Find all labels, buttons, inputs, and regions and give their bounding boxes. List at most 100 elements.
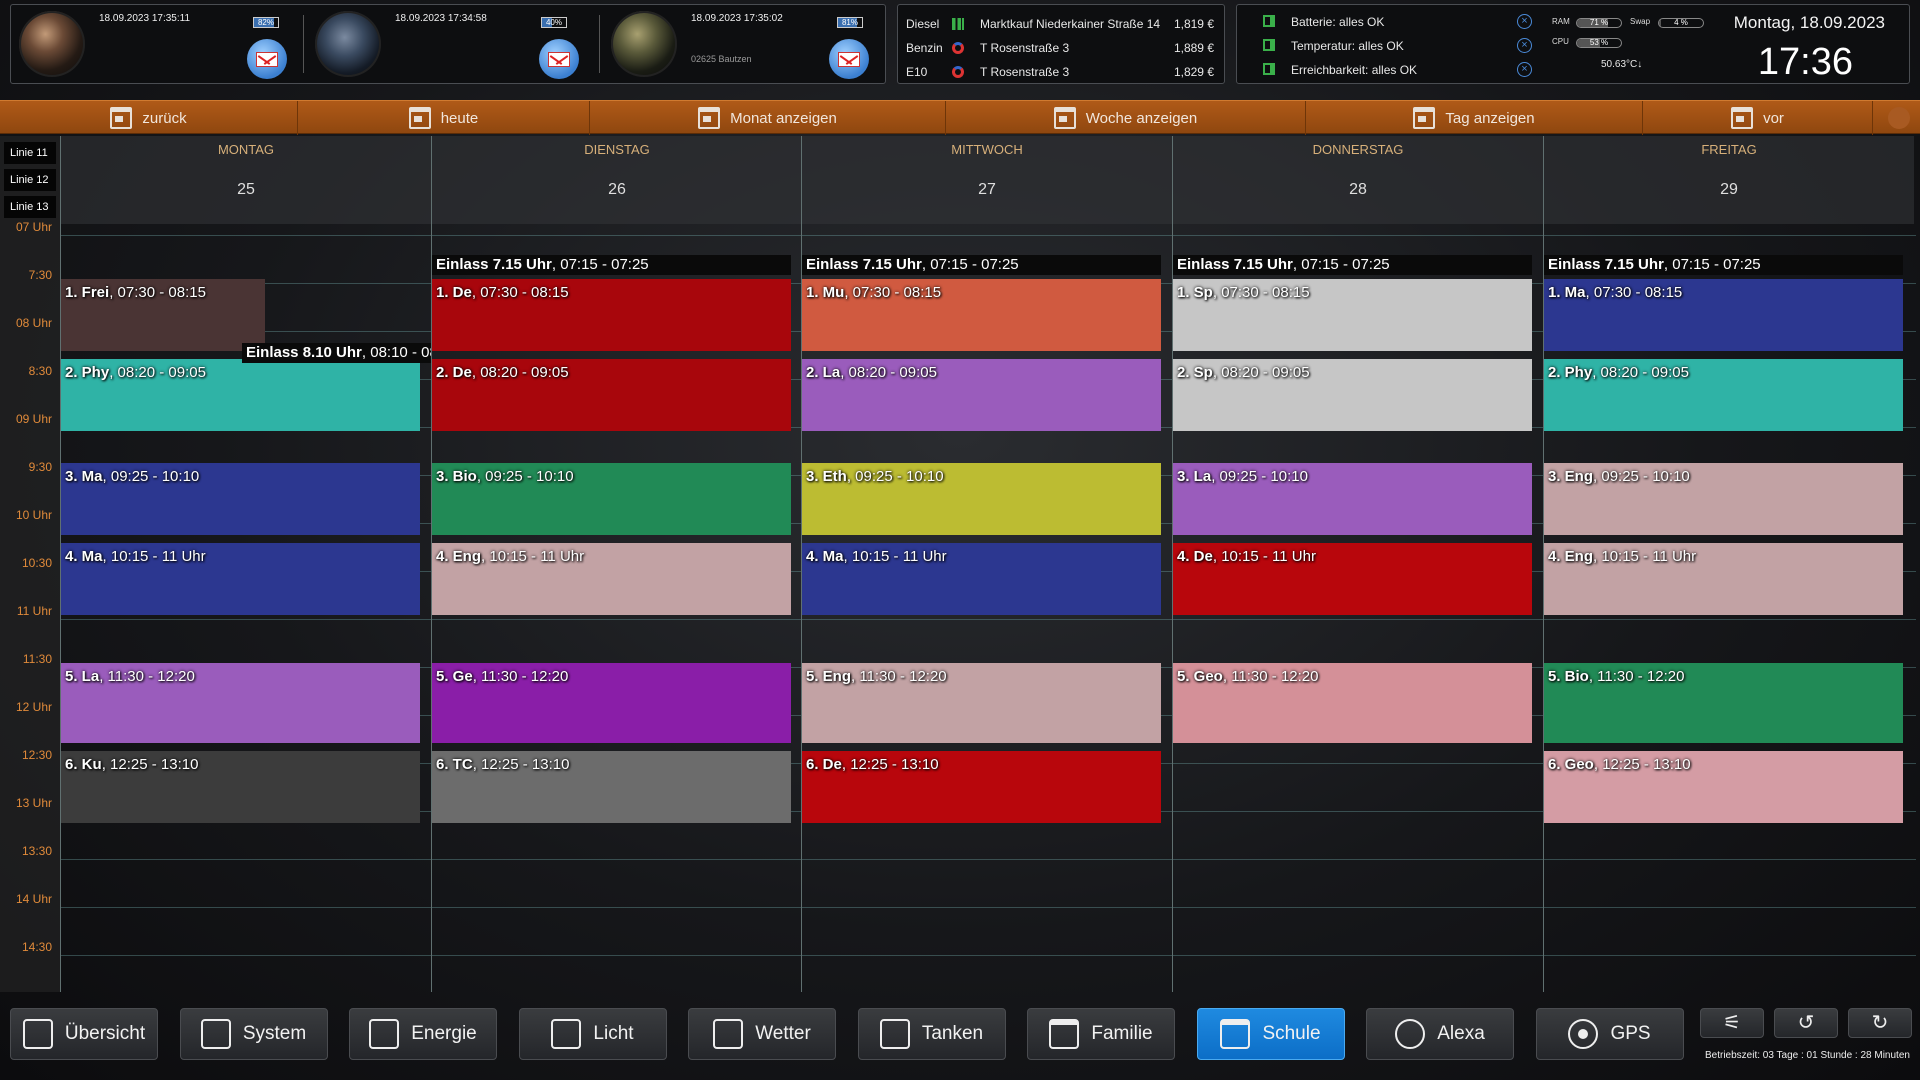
schedule-event[interactable]: 6. Ku, 12:25 - 13:10	[61, 751, 420, 823]
hour-label: 11 Uhr	[16, 604, 52, 618]
event-time: , 08:20 - 09:05	[1212, 364, 1310, 381]
schedule-event[interactable]: 3. Bio, 09:25 - 10:10	[432, 463, 791, 535]
event-time: , 12:25 - 13:10	[841, 756, 939, 773]
hour-label: 12:30	[21, 748, 52, 762]
hour-label: 09 Uhr	[15, 412, 52, 426]
line-filter-12[interactable]: Linie 12	[4, 169, 56, 191]
schedule-event[interactable]: 5. Geo, 11:30 - 12:20	[1173, 663, 1532, 743]
schedule-event[interactable]: 3. Ma, 09:25 - 10:10	[61, 463, 420, 535]
phone-timestamp: 18.09.2023 17:35:11	[99, 13, 191, 24]
entry-event[interactable]: Einlass 7.15 Uhr, 07:15 - 07:25	[802, 255, 1161, 275]
nav-indicator	[1888, 107, 1910, 129]
mail-icon[interactable]	[247, 39, 287, 79]
mail-icon[interactable]	[539, 39, 579, 79]
sliders-button[interactable]: ⚟	[1700, 1008, 1764, 1038]
event-time: , 07:30 - 08:15	[109, 284, 206, 301]
nav-button-5[interactable]: vor	[1643, 101, 1873, 135]
schedule-event[interactable]: 4. Ma, 10:15 - 11 Uhr	[61, 543, 420, 615]
day-header: MONTAG 25	[60, 136, 431, 224]
schedule-event[interactable]: 5. La, 11:30 - 12:20	[61, 663, 420, 743]
schedule-event[interactable]: 2. De, 08:20 - 09:05	[432, 359, 791, 431]
refresh-icon: ↻	[1871, 1012, 1889, 1034]
event-title: 1. Ma	[1548, 284, 1586, 301]
nav-button-1[interactable]: heute	[298, 101, 590, 135]
nav-system-button[interactable]: System	[179, 1008, 328, 1060]
close-icon[interactable]: ×	[1517, 38, 1532, 53]
entry-time: , 07:15 - 07:25	[921, 256, 1019, 273]
nav-button-3[interactable]: Woche anzeigen	[946, 101, 1306, 135]
nav-tanken-button[interactable]: Tanken	[857, 1008, 1006, 1060]
hour-label: 10:30	[21, 556, 52, 570]
schedule-event[interactable]: 2. Phy, 08:20 - 09:05	[1544, 359, 1903, 431]
schedule-event[interactable]: 4. Eng, 10:15 - 11 Uhr	[1544, 543, 1903, 615]
phone-address: 02625 Bautzen	[691, 54, 752, 64]
entry-title: Einlass 7.15 Uhr	[806, 256, 922, 273]
bar-chart-icon	[952, 18, 964, 30]
line-filter-11[interactable]: Linie 11	[4, 142, 56, 164]
event-title: 2. Sp	[1177, 364, 1213, 381]
schedule-event[interactable]: 4. Eng, 10:15 - 11 Uhr	[432, 543, 791, 615]
event-time: , 11:30 - 12:20	[851, 668, 947, 685]
schedule-event[interactable]: 2. La, 08:20 - 09:05	[802, 359, 1161, 431]
ram-meter: RAM 71 %	[1552, 17, 1622, 28]
mail-icon[interactable]	[829, 39, 869, 79]
schedule-event[interactable]: 2. Sp, 08:20 - 09:05	[1173, 359, 1532, 431]
schedule-event[interactable]: 2. Phy, 08:20 - 09:05	[61, 359, 420, 431]
nav-schule-button[interactable]: Schule	[1196, 1008, 1345, 1060]
clock-date: Montag, 18.09.2023	[1733, 13, 1885, 32]
refresh-button[interactable]: ↻	[1848, 1008, 1912, 1038]
schedule-event[interactable]: 1. Sp, 07:30 - 08:15	[1173, 279, 1532, 351]
schedule-event[interactable]: 1. Mu, 07:30 - 08:15	[802, 279, 1161, 351]
battery-icon: 40%	[541, 17, 567, 28]
schedule-event[interactable]: 3. La, 09:25 - 10:10	[1173, 463, 1532, 535]
calendar-icon	[1049, 1019, 1080, 1049]
event-title: 5. Bio	[1548, 668, 1589, 685]
schedule-event[interactable]: 1. Ma, 07:30 - 08:15	[1544, 279, 1903, 351]
close-icon[interactable]: ×	[1517, 62, 1532, 77]
day-number: 29	[1720, 181, 1738, 198]
close-icon[interactable]: ×	[1517, 14, 1532, 29]
nav-button-4[interactable]: Tag anzeigen	[1306, 101, 1643, 135]
schedule-event[interactable]: 4. Ma, 10:15 - 11 Uhr	[802, 543, 1161, 615]
fuel-station: T Rosenstraße 3	[980, 65, 1070, 79]
schedule-event[interactable]: 6. De, 12:25 - 13:10	[802, 751, 1161, 823]
cpu-bar: 53 %	[1576, 38, 1622, 48]
schedule-event[interactable]: 5. Ge, 11:30 - 12:20	[432, 663, 791, 743]
schedule-event[interactable]: 4. De, 10:15 - 11 Uhr	[1173, 543, 1532, 615]
nav-wetter-button[interactable]: Wetter	[688, 1008, 836, 1060]
entry-event[interactable]: Einlass 8.10 Uhr, 08:10 - 08:20	[242, 343, 431, 363]
nav-energie-button[interactable]: Energie	[349, 1008, 497, 1060]
history-button[interactable]: ↺	[1774, 1008, 1838, 1038]
hour-label: 13:30	[21, 844, 52, 858]
nav-button-0[interactable]: zurück	[0, 101, 298, 135]
phone-card: 18.09.2023 17:35:11 82%	[11, 5, 303, 83]
nav-button-2[interactable]: Monat anzeigen	[590, 101, 946, 135]
nav-licht-button[interactable]: Licht	[518, 1008, 667, 1060]
schedule-event[interactable]: 3. Eng, 09:25 - 10:10	[1544, 463, 1903, 535]
schedule-event[interactable]: 1. De, 07:30 - 08:15	[432, 279, 791, 351]
schedule-event[interactable]: 6. Geo, 12:25 - 13:10	[1544, 751, 1903, 823]
hour-gridline	[60, 955, 1916, 956]
status-text: Temperatur: alles OK	[1291, 39, 1404, 53]
event-title: 3. Eth	[806, 468, 847, 485]
day-number: 26	[608, 181, 626, 198]
hour-label: 7:30	[28, 268, 52, 282]
entry-event[interactable]: Einlass 7.15 Uhr, 07:15 - 07:25	[1173, 255, 1532, 275]
bottom-nav-bar: Betriebszeit: 03 Tage : 01 Stunde : 28 M…	[0, 998, 1920, 1080]
event-title: 6. De	[806, 756, 842, 773]
event-title: 2. La	[806, 364, 841, 381]
schedule-event[interactable]: 6. TC, 12:25 - 13:10	[432, 751, 791, 823]
nav-alexa-button[interactable]: Alexa	[1366, 1008, 1514, 1060]
ram-bar: 71 %	[1576, 18, 1622, 28]
nav-familie-button[interactable]: Familie	[1027, 1008, 1175, 1060]
schedule-event[interactable]: 5. Bio, 11:30 - 12:20	[1544, 663, 1903, 743]
nav-übersicht-button[interactable]: Übersicht	[10, 1008, 158, 1060]
entry-event[interactable]: Einlass 7.15 Uhr, 07:15 - 07:25	[1544, 255, 1903, 275]
event-time: , 09:25 - 10:10	[1593, 468, 1690, 485]
schedule-event[interactable]: 3. Eth, 09:25 - 10:10	[802, 463, 1161, 535]
entry-event[interactable]: Einlass 7.15 Uhr, 07:15 - 07:25	[432, 255, 791, 275]
schedule-event[interactable]: 1. Frei, 07:30 - 08:15	[61, 279, 265, 351]
line-filter-13[interactable]: Linie 13	[4, 196, 56, 218]
schedule-event[interactable]: 5. Eng, 11:30 - 12:20	[802, 663, 1161, 743]
nav-gps-button[interactable]: GPS	[1535, 1008, 1684, 1060]
